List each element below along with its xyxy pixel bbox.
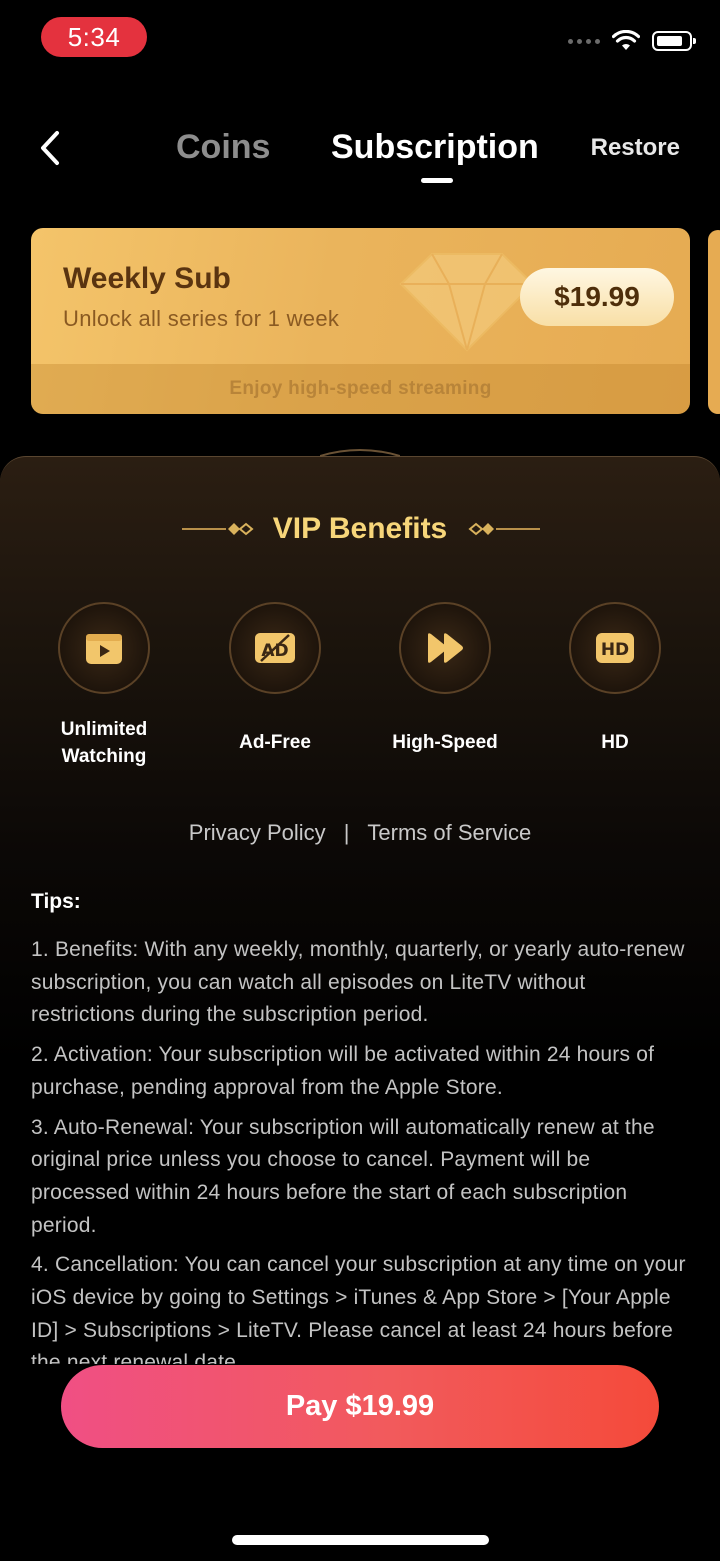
status-icons <box>568 30 696 52</box>
tab-coins[interactable]: Coins <box>176 128 270 167</box>
benefit-label: Ad-Free <box>239 732 311 753</box>
active-tab-indicator <box>421 178 453 183</box>
tab-subscription[interactable]: Subscription <box>331 128 539 167</box>
wifi-icon <box>612 30 640 50</box>
hd-icon: HD <box>596 633 634 663</box>
home-indicator <box>232 1535 489 1545</box>
plan-price-badge: $19.99 <box>520 268 674 326</box>
ad-free-icon: AD <box>255 633 295 663</box>
diamond-icon <box>399 253 535 352</box>
tips-list: 1. Benefits: With any weekly, monthly, q… <box>31 934 691 1364</box>
benefit-icon-circle <box>399 602 491 694</box>
privacy-policy-link[interactable]: Privacy Policy <box>189 820 326 846</box>
tip-item: 4. Cancellation: You can cancel your sub… <box>31 1253 686 1364</box>
terms-of-service-link[interactable]: Terms of Service <box>367 820 531 846</box>
benefit-icon-circle: HD <box>569 602 661 694</box>
benefit-hd: HD HD <box>535 602 695 756</box>
link-separator: | <box>343 820 350 845</box>
benefit-icon-circle: AD <box>229 602 321 694</box>
benefit-label: Unlimited Watching <box>60 719 148 767</box>
restore-button[interactable]: Restore <box>591 134 680 162</box>
chevron-left-icon <box>41 131 59 165</box>
play-screen-icon <box>86 634 122 664</box>
tip-item: 3. Auto-Renewal: Your subscription will … <box>31 1115 655 1237</box>
benefit-unlimited-watching: Unlimited Watching <box>24 602 184 770</box>
vip-benefits-title: VIP Benefits <box>272 512 448 545</box>
plan-footer: Enjoy high-speed streaming <box>31 364 690 414</box>
plan-description: Unlock all series for 1 week <box>63 306 340 331</box>
plan-title: Weekly Sub <box>63 262 231 295</box>
legal-links: Privacy Policy | Terms of Service <box>0 820 720 846</box>
signal-icon <box>568 38 600 44</box>
tip-item: 1. Benefits: With any weekly, monthly, q… <box>31 938 685 1027</box>
svg-text:HD: HD <box>601 640 629 660</box>
back-button[interactable] <box>32 128 68 168</box>
benefit-icon-circle <box>58 602 150 694</box>
benefit-ad-free: AD Ad-Free <box>195 602 355 756</box>
benefit-label: High-Speed <box>392 732 498 753</box>
fast-forward-icon <box>428 633 463 663</box>
right-ornament-icon <box>468 522 540 536</box>
tips-heading: Tips: <box>31 890 81 913</box>
plan-card-next[interactable] <box>708 230 720 414</box>
status-time: 5:34 <box>41 17 147 57</box>
plan-card-weekly[interactable]: Weekly Sub Unlock all series for 1 week … <box>31 228 690 414</box>
battery-icon <box>652 31 696 51</box>
benefit-high-speed: High-Speed <box>365 602 525 756</box>
tip-item: 2. Activation: Your subscription will be… <box>31 1043 655 1099</box>
panel-notch <box>320 449 400 457</box>
benefit-label: HD <box>601 732 629 753</box>
pay-button[interactable]: Pay $19.99 <box>61 1365 659 1448</box>
